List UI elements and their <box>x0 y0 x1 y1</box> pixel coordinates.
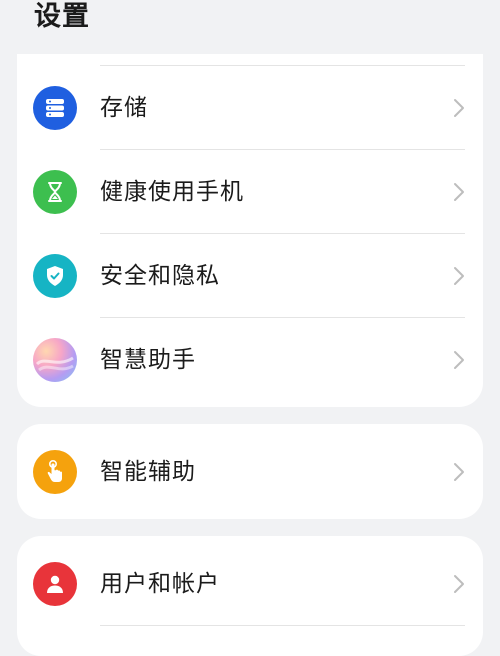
settings-group-1: 存储 健康使用手机 安全和隐私 智慧助手 <box>17 54 483 407</box>
chevron-right-icon <box>454 183 464 201</box>
settings-item-label: 安全和隐私 <box>100 263 220 289</box>
chevron-right-icon <box>454 267 464 285</box>
shield-check-icon <box>33 254 77 298</box>
settings-item-label: 智慧助手 <box>100 347 196 373</box>
settings-item-users-accounts[interactable]: 用户和帐户 <box>17 542 483 626</box>
chevron-right-icon <box>454 99 464 117</box>
settings-item-digital-balance[interactable]: 健康使用手机 <box>17 150 483 234</box>
assistant-icon <box>33 338 77 382</box>
settings-group-2: 智能辅助 <box>17 424 483 519</box>
hand-tap-icon <box>33 450 77 494</box>
settings-item-label: 智能辅助 <box>100 459 196 485</box>
page-title: 设置 <box>34 1 90 32</box>
settings-group-3: 用户和帐户 <box>17 536 483 656</box>
hourglass-icon <box>33 170 77 214</box>
storage-icon <box>33 86 77 130</box>
settings-item-label: 健康使用手机 <box>100 179 244 205</box>
user-icon <box>33 562 77 606</box>
chevron-right-icon <box>454 575 464 593</box>
chevron-right-icon <box>454 463 464 481</box>
settings-item-storage[interactable]: 存储 <box>17 66 483 150</box>
divider <box>100 625 465 626</box>
settings-item-security-privacy[interactable]: 安全和隐私 <box>17 234 483 318</box>
settings-item-label: 存储 <box>100 95 148 121</box>
settings-item-smart-assistant[interactable]: 智慧助手 <box>17 318 483 402</box>
settings-item-accessibility[interactable]: 智能辅助 <box>17 430 483 514</box>
settings-item-label: 用户和帐户 <box>100 571 220 597</box>
chevron-right-icon <box>454 351 464 369</box>
